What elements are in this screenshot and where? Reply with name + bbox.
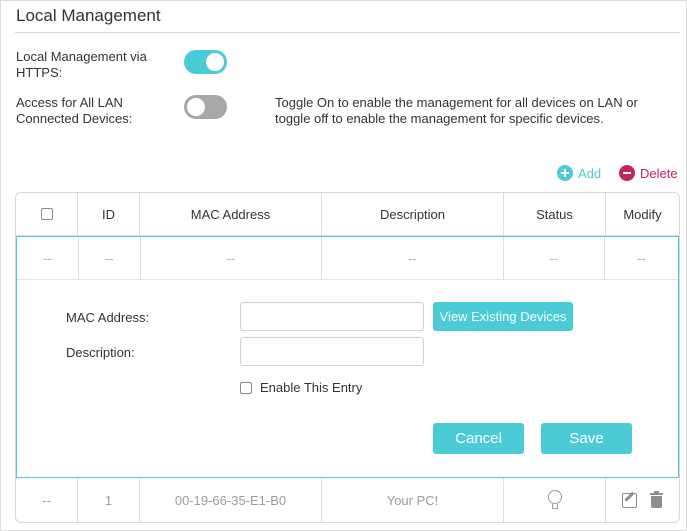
mac-address-input[interactable] bbox=[240, 302, 424, 331]
new-entry-row: -- -- -- -- -- -- bbox=[17, 237, 678, 280]
edit-entry-panel: -- -- -- -- -- -- MAC Address: View Exis… bbox=[16, 236, 679, 478]
https-setting-label: Local Management via HTTPS: bbox=[16, 49, 147, 80]
row-id: 1 bbox=[78, 478, 140, 522]
view-existing-devices-button[interactable]: View Existing Devices bbox=[433, 302, 573, 331]
all-lan-toggle[interactable] bbox=[184, 95, 227, 119]
cell-modify: -- bbox=[637, 250, 646, 266]
header-status: Status bbox=[504, 193, 606, 235]
header-modify: Modify bbox=[623, 206, 662, 222]
row-select: -- bbox=[16, 478, 78, 522]
add-button[interactable]: Add bbox=[557, 165, 601, 181]
cell-description: -- bbox=[322, 237, 504, 279]
row-modify bbox=[606, 478, 679, 522]
header-id: ID bbox=[78, 193, 140, 235]
header-description: Description bbox=[322, 193, 504, 235]
device-table: ID MAC Address Description Status Modify… bbox=[15, 192, 680, 523]
cell-status: -- bbox=[504, 237, 606, 279]
minus-circle-icon bbox=[619, 165, 635, 181]
edit-icon[interactable] bbox=[622, 491, 637, 508]
save-button[interactable]: Save bbox=[541, 423, 632, 454]
enable-entry-checkbox[interactable] bbox=[240, 381, 252, 394]
toggle-knob bbox=[206, 53, 224, 71]
table-row: -- 1 00-19-66-35-E1-B0 Your PC! bbox=[16, 478, 679, 522]
enable-entry-label: Enable This Entry bbox=[260, 380, 363, 395]
lightbulb-icon bbox=[547, 490, 562, 510]
select-all-checkbox[interactable] bbox=[40, 208, 53, 220]
delete-button[interactable]: Delete bbox=[619, 165, 678, 181]
select-all-cell bbox=[16, 193, 78, 235]
add-label: Add bbox=[578, 165, 602, 181]
all-lan-help-text: Toggle On to enable the management for a… bbox=[275, 95, 638, 126]
all-lan-setting-label: Access for All LAN Connected Devices: bbox=[16, 95, 133, 126]
row-status bbox=[504, 478, 606, 522]
https-toggle[interactable] bbox=[184, 50, 227, 74]
trash-icon[interactable] bbox=[650, 491, 663, 508]
description-input[interactable] bbox=[240, 337, 424, 366]
section-title: Local Management bbox=[16, 6, 161, 25]
cancel-button[interactable]: Cancel bbox=[433, 423, 524, 454]
title-divider bbox=[15, 32, 680, 33]
plus-circle-icon bbox=[557, 165, 573, 181]
row-mac: 00-19-66-35-E1-B0 bbox=[140, 478, 322, 522]
cell-id: -- bbox=[79, 237, 141, 279]
description-label: Description: bbox=[66, 345, 135, 360]
row-description: Your PC! bbox=[322, 478, 504, 522]
enable-entry-option[interactable]: Enable This Entry bbox=[240, 380, 362, 395]
cell-mac: -- bbox=[141, 237, 323, 279]
toggle-knob bbox=[187, 98, 205, 116]
table-header-row: ID MAC Address Description Status Modify bbox=[16, 193, 679, 236]
delete-label: Delete bbox=[640, 165, 678, 181]
mac-address-label: MAC Address: bbox=[66, 310, 150, 325]
cell-select: -- bbox=[17, 237, 79, 279]
header-mac: MAC Address bbox=[140, 193, 322, 235]
